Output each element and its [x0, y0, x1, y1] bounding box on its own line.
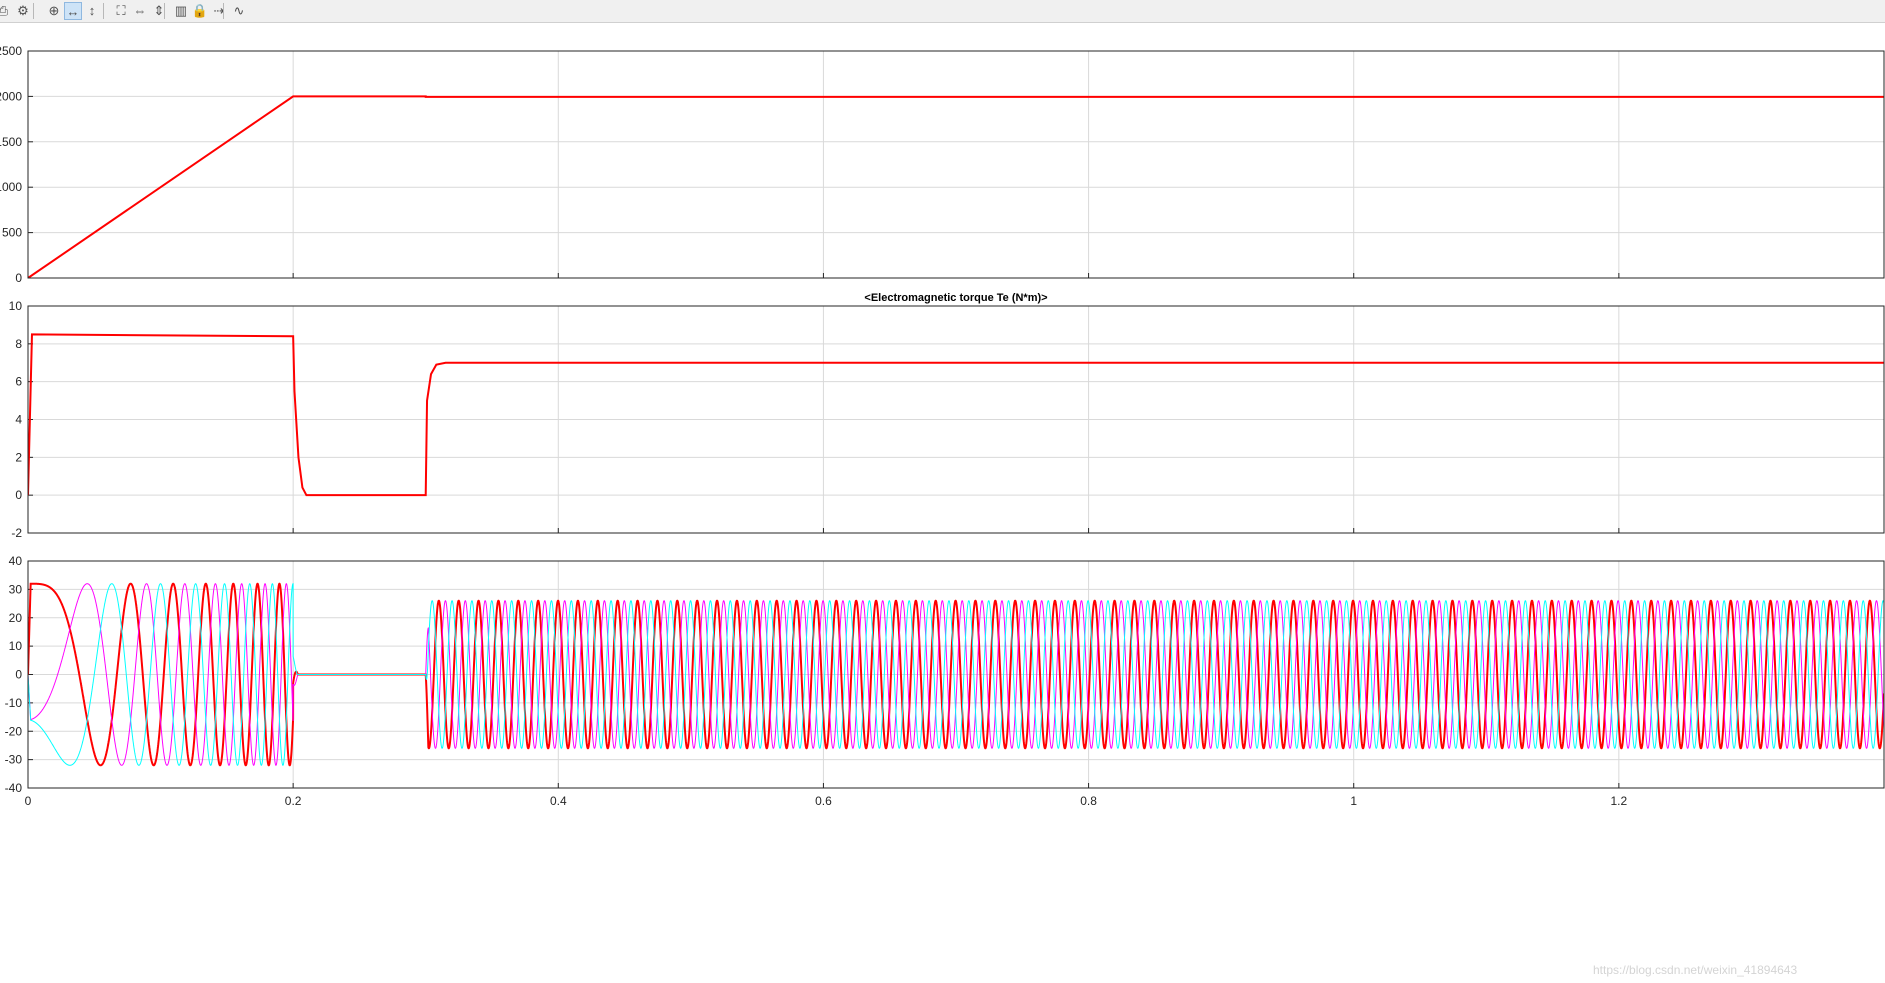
y-tick-label: 0 — [15, 488, 22, 502]
y-tick-label: 10 — [9, 299, 23, 313]
y-tick-label: 500 — [2, 226, 22, 240]
y-tick-label: 2000 — [0, 89, 22, 103]
x-tick-label: 0.2 — [285, 794, 302, 808]
y-tick-label: 40 — [9, 554, 23, 568]
x-tick-label: 0 — [25, 794, 32, 808]
y-tick-label: -10 — [5, 696, 23, 710]
y-tick-label: 10 — [9, 639, 23, 653]
y-tick-label: 20 — [9, 611, 23, 625]
x-tick-label: 0.8 — [1080, 794, 1097, 808]
y-tick-label: -20 — [5, 724, 23, 738]
y-tick-label: 30 — [9, 582, 23, 596]
y-tick-label: 4 — [15, 413, 22, 427]
y-tick-label: -30 — [5, 753, 23, 767]
x-tick-label: 1.2 — [1611, 794, 1628, 808]
y-tick-label: 6 — [15, 375, 22, 389]
y-tick-label: 2500 — [0, 44, 22, 58]
chart-title: <Electromagnetic torque Te (N*m)> — [864, 292, 1047, 304]
y-tick-label: 1500 — [0, 135, 22, 149]
watermark: https://blog.csdn.net/weixin_41894643 — [1593, 963, 1798, 977]
y-tick-label: 1000 — [0, 180, 22, 194]
y-tick-label: -2 — [11, 526, 22, 540]
y-tick-label: 0 — [15, 271, 22, 285]
y-tick-label: 8 — [15, 337, 22, 351]
y-tick-label: 0 — [15, 668, 22, 682]
x-tick-label: 0.6 — [815, 794, 832, 808]
x-tick-label: 0.4 — [550, 794, 567, 808]
y-tick-label: -40 — [5, 781, 23, 795]
scope-plot-area: 05001000150020002500-20246810<Electromag… — [0, 44, 1885, 808]
plot-background — [28, 51, 1884, 278]
x-tick-label: 1 — [1350, 794, 1357, 808]
y-tick-label: 2 — [15, 450, 22, 464]
